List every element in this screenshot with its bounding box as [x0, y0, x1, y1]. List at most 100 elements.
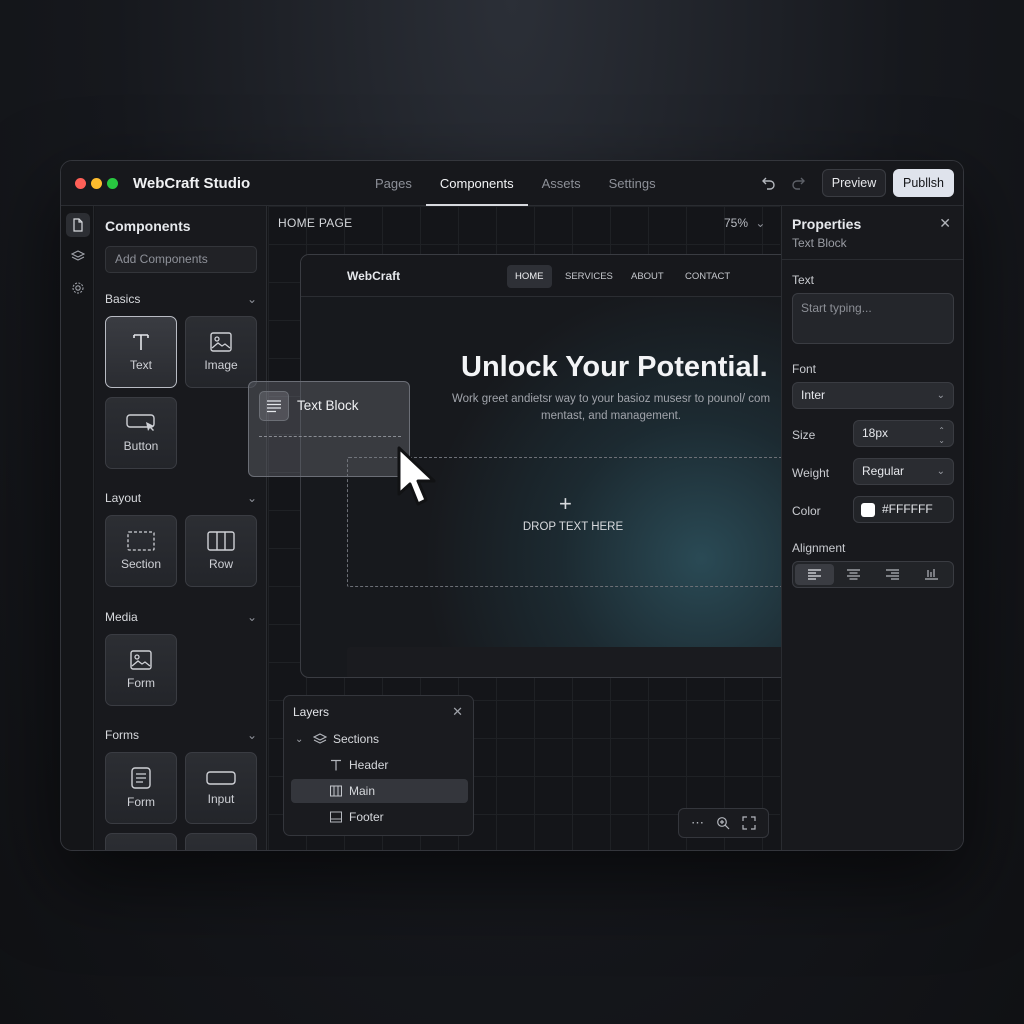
group-header-basics[interactable]: Basics ⌄ — [105, 292, 257, 306]
footer-icon — [330, 811, 342, 823]
weight-label: Weight — [792, 466, 830, 480]
weight-value: Regular — [862, 464, 905, 478]
page-icon — [73, 218, 83, 232]
window-close-button[interactable] — [75, 178, 86, 189]
align-right-button[interactable] — [873, 564, 912, 585]
divider — [782, 259, 963, 260]
window-minimize-button[interactable] — [91, 178, 102, 189]
publish-button[interactable]: Publlsh — [893, 169, 954, 197]
input-icon — [206, 771, 236, 785]
layer-label: Footer — [349, 810, 384, 824]
close-icon[interactable]: ✕ — [452, 704, 463, 720]
columns-icon — [207, 531, 235, 551]
rail-layers-button[interactable] — [66, 244, 90, 268]
color-value: #FFFFFF — [882, 502, 933, 516]
size-label: Size — [792, 428, 816, 442]
form-icon — [131, 767, 151, 789]
fullscreen-icon[interactable] — [742, 816, 756, 830]
layer-label: Main — [349, 784, 376, 798]
tab-components[interactable]: Components — [425, 161, 528, 206]
text-icon — [133, 334, 149, 350]
tab-settings[interactable]: Settings — [595, 161, 670, 206]
redo-icon[interactable] — [790, 174, 808, 192]
more-options-icon[interactable]: ⋯ — [691, 815, 704, 831]
alignment-label: Alignment — [792, 541, 846, 555]
tab-pages[interactable]: Pages — [361, 161, 426, 206]
button-icon — [126, 414, 155, 431]
component-input[interactable]: Input — [185, 752, 257, 824]
layer-label: Header — [349, 758, 389, 772]
drag-ghost-text-block[interactable]: Text Block — [248, 381, 410, 477]
component-media-form[interactable]: Form — [105, 634, 177, 706]
app-window: WebCraft Studio Pages Components Assets … — [60, 160, 964, 851]
image-icon — [210, 332, 232, 352]
tab-assets[interactable]: Assets — [528, 161, 595, 206]
chevron-down-icon: ⌄ — [246, 610, 257, 624]
component-row[interactable]: Row — [185, 515, 257, 587]
component-label: Image — [204, 358, 238, 372]
group-header-forms[interactable]: Forms ⌄ — [105, 728, 257, 742]
layer-item-main[interactable]: Main — [291, 779, 468, 803]
close-icon[interactable]: ✕ — [939, 215, 951, 232]
properties-title: Properties — [792, 216, 862, 232]
components-panel-title: Components — [105, 218, 191, 234]
size-value: 18px — [862, 426, 889, 440]
component-text[interactable]: Text — [105, 316, 177, 388]
canvas-area[interactable]: HOME PAGE 75% ⌄ WebCraft HOME SERVICES A… — [248, 206, 790, 850]
component-image[interactable]: Image — [185, 316, 257, 388]
align-justify-button[interactable] — [912, 564, 951, 585]
align-center-button[interactable] — [834, 564, 873, 585]
zoom-icon[interactable] — [716, 816, 730, 830]
layer-item-header[interactable]: Header — [291, 753, 468, 777]
canvas-toolbar: ⋯ — [678, 808, 769, 838]
chevron-down-icon: ⌄ — [246, 491, 257, 505]
component-label: Form — [127, 676, 155, 690]
layer-item-sections[interactable]: ⌄ Sections — [291, 727, 468, 751]
drag-ghost-label: Text Block — [297, 398, 359, 413]
preview-nav-contact[interactable]: CONTACT — [677, 265, 738, 288]
preview-nav-about[interactable]: ABOUT — [623, 265, 672, 288]
size-stepper[interactable]: 18px ⌃ ⌄ — [853, 420, 954, 447]
component-form[interactable]: Form — [105, 752, 177, 824]
layers-panel: Layers ✕ ⌄ Sections Header Main Footer — [283, 695, 474, 836]
font-value: Inter — [801, 388, 826, 402]
layers-icon — [71, 250, 85, 261]
align-left-icon — [808, 569, 821, 580]
group-header-media[interactable]: Media ⌄ — [105, 610, 257, 624]
text-input[interactable]: Start typing... — [792, 293, 954, 344]
undo-icon[interactable] — [759, 174, 777, 192]
color-picker[interactable]: #FFFFFF — [853, 496, 954, 523]
components-panel: Components Add Components Basics ⌄ Text … — [95, 206, 267, 850]
preview-nav-services[interactable]: SERVICES — [557, 265, 621, 288]
zoom-select[interactable]: 75% ⌄ — [724, 216, 765, 230]
gear-icon — [72, 282, 84, 294]
font-select[interactable]: Inter ⌄ — [792, 382, 954, 409]
weight-select[interactable]: Regular ⌄ — [853, 458, 954, 485]
add-components-input[interactable]: Add Components — [105, 246, 257, 273]
window-maximize-button[interactable] — [107, 178, 118, 189]
component-section[interactable]: Section — [105, 515, 177, 587]
text-field-label: Text — [792, 273, 815, 287]
font-label: Font — [792, 362, 817, 376]
rail-pages-button[interactable] — [66, 213, 90, 237]
component-tile-partial[interactable] — [105, 833, 177, 850]
layer-label: Sections — [333, 732, 380, 746]
chevron-down-icon: ⌄ — [755, 216, 766, 230]
component-tile-partial[interactable] — [185, 833, 257, 850]
component-label: Input — [207, 792, 235, 806]
stepper-arrows-icon[interactable]: ⌃ ⌄ — [938, 426, 945, 446]
layer-item-footer[interactable]: Footer — [291, 805, 468, 829]
section-icon — [127, 531, 155, 551]
preview-footer-bar — [347, 647, 789, 677]
group-label-forms: Forms — [105, 728, 139, 742]
preview-button[interactable]: Preview — [822, 169, 886, 197]
align-left-button[interactable] — [795, 564, 834, 585]
preview-nav-home[interactable]: HOME — [507, 265, 552, 288]
image-icon — [130, 650, 152, 670]
group-header-layout[interactable]: Layout ⌄ — [105, 491, 257, 505]
component-button[interactable]: Button — [105, 397, 177, 469]
rail-settings-button[interactable] — [66, 276, 90, 300]
drop-zone-label: DROP TEXT HERE — [522, 521, 624, 533]
color-swatch[interactable] — [861, 503, 875, 517]
component-label: Button — [123, 439, 159, 453]
